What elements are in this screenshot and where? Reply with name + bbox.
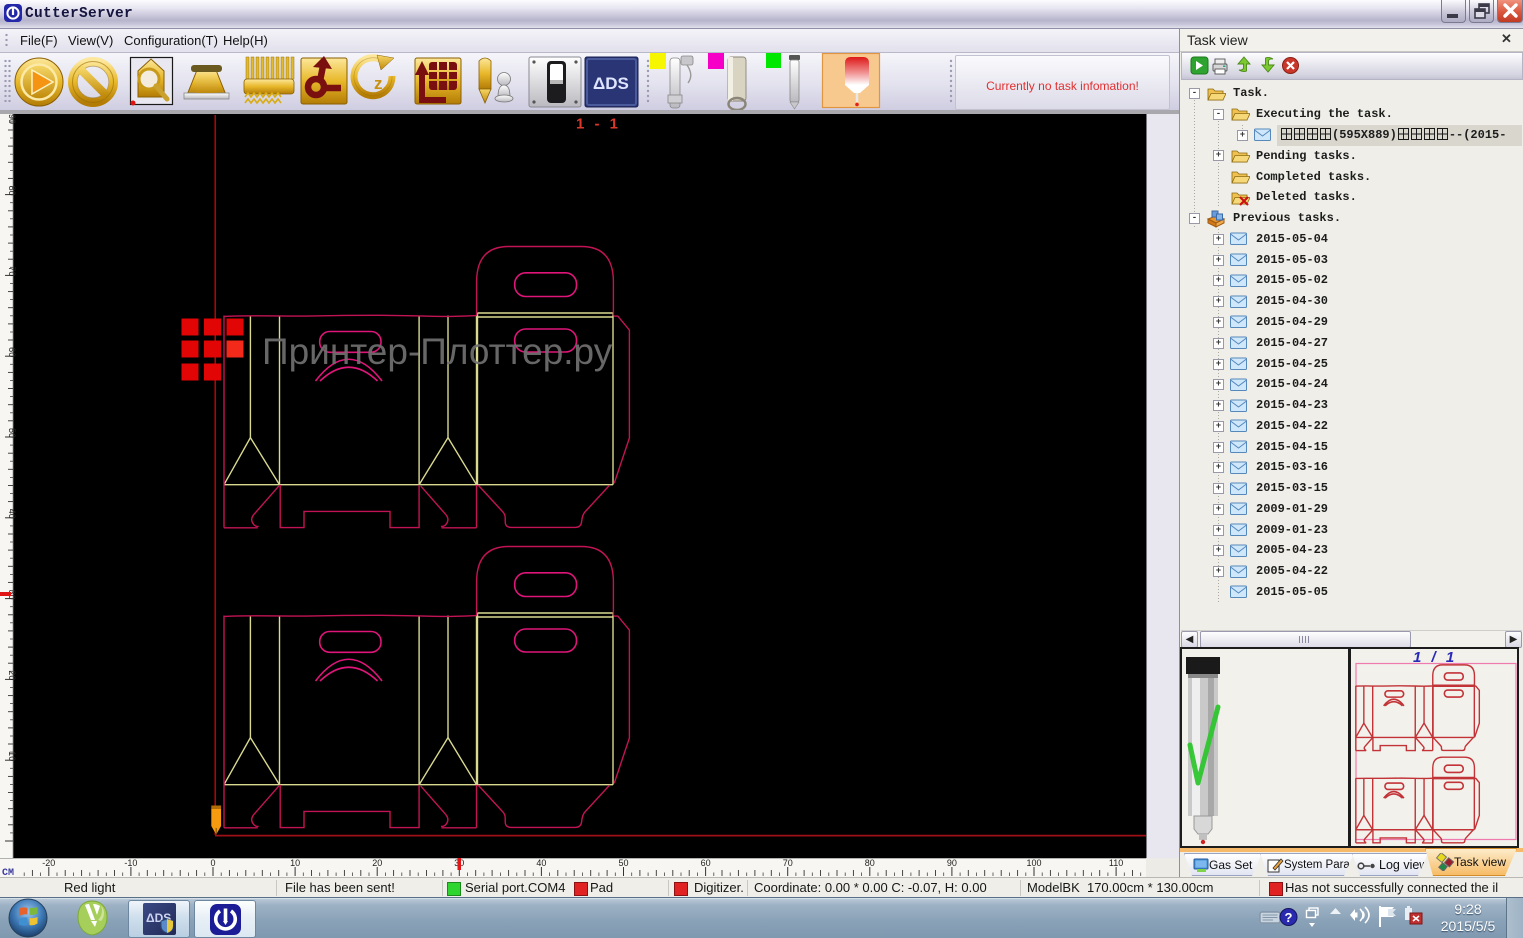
svg-text:-10: -10 <box>124 858 137 868</box>
svg-text:110: 110 <box>1109 858 1123 868</box>
svg-text:20: 20 <box>372 858 382 868</box>
svg-text:70: 70 <box>783 858 793 868</box>
svg-text:80: 80 <box>865 858 875 868</box>
svg-text:80: 80 <box>7 186 17 196</box>
svg-text:CM: CM <box>2 868 14 877</box>
svg-text:1 / 1: 1 / 1 <box>1413 649 1457 666</box>
svg-text:0: 0 <box>210 858 215 868</box>
svg-text:90: 90 <box>947 858 957 868</box>
svg-text:20: 20 <box>7 670 17 680</box>
svg-text:40: 40 <box>7 509 17 519</box>
svg-text:10: 10 <box>7 751 17 761</box>
svg-text:1 - 1: 1 - 1 <box>576 116 621 133</box>
svg-text:z: z <box>374 74 383 93</box>
svg-text:50: 50 <box>618 858 628 868</box>
svg-text:?: ? <box>1285 910 1293 925</box>
svg-text:60: 60 <box>7 347 17 357</box>
svg-text:70: 70 <box>7 266 17 276</box>
svg-text:Принтер-Плоттер.ру: Принтер-Плоттер.ру <box>262 331 613 372</box>
svg-text:-20: -20 <box>42 858 55 868</box>
svg-text:90: 90 <box>7 114 17 124</box>
svg-text:60: 60 <box>701 858 711 868</box>
svg-text:10: 10 <box>290 858 300 868</box>
svg-text:100: 100 <box>1026 858 1041 868</box>
svg-text:ΔDS: ΔDS <box>593 74 629 93</box>
svg-text:40: 40 <box>536 858 546 868</box>
svg-text:50: 50 <box>7 428 17 438</box>
